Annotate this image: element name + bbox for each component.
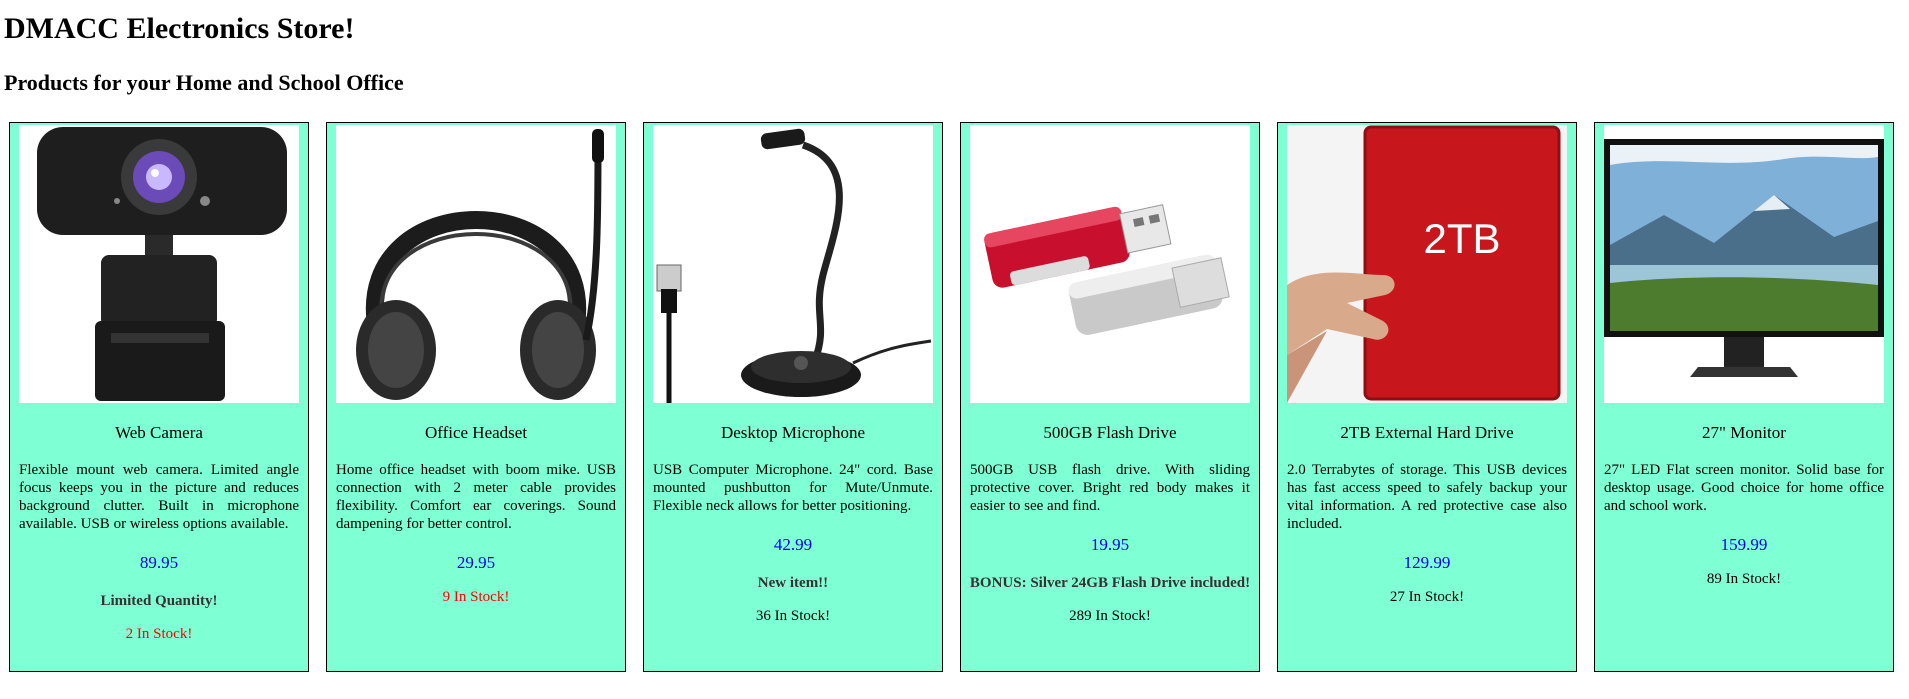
product-description: USB Computer Microphone. 24" cord. Base … <box>653 462 933 514</box>
product-price: 29.95 <box>456 553 496 572</box>
product-name: 2TB External Hard Drive <box>1340 423 1514 442</box>
page-title: DMACC Electronics Store! <box>4 12 355 45</box>
product-stock: 9 In Stock! <box>442 589 510 605</box>
product-note: BONUS: Silver 24GB Flash Drive included! <box>969 575 1251 591</box>
product-description: 2.0 Terrabytes of storage. This USB devi… <box>1287 462 1567 532</box>
product-image <box>970 125 1250 403</box>
product-stock: 89 In Stock! <box>1706 571 1782 587</box>
hard-drive-label: 2TB <box>1423 215 1500 262</box>
monitor-icon <box>1604 139 1884 377</box>
product-description: 500GB USB flash drive. With sliding prot… <box>970 462 1250 514</box>
product-price: 159.99 <box>1720 535 1768 554</box>
product-image: 2TB <box>1287 125 1567 403</box>
product-card-web-camera: Web Camera Flexible mount web camera. Li… <box>9 122 309 672</box>
flash-drive-icon <box>984 204 1230 335</box>
page-subtitle: Products for your Home and School Office <box>4 70 404 95</box>
product-card-office-headset: Office Headset Home office headset with … <box>326 122 626 672</box>
product-image <box>336 125 616 403</box>
product-image <box>1604 125 1884 403</box>
product-name: Office Headset <box>424 423 528 442</box>
product-note: Limited Quantity! <box>100 593 218 609</box>
product-card-flash-drive: 500GB Flash Drive 500GB USB flash drive.… <box>960 122 1260 672</box>
product-name: Desktop Microphone <box>720 423 865 442</box>
product-price: 19.95 <box>1090 535 1130 554</box>
microphone-icon <box>656 128 932 403</box>
product-image <box>653 125 933 403</box>
product-description: Home office headset with boom mike. USB … <box>336 462 616 532</box>
product-stock: 36 In Stock! <box>755 608 831 624</box>
product-grid: Web Camera Flexible mount web camera. Li… <box>9 122 1894 672</box>
product-card-desktop-microphone: Desktop Microphone USB Computer Micropho… <box>643 122 943 672</box>
product-stock: 289 In Stock! <box>1069 608 1151 624</box>
hard-drive-icon: 2TB <box>1287 125 1567 403</box>
product-stock: 2 In Stock! <box>125 626 193 642</box>
product-image <box>19 125 299 403</box>
product-name: Web Camera <box>115 423 203 442</box>
product-description: 27" LED Flat screen monitor. Solid base … <box>1604 462 1884 514</box>
product-card-external-hard-drive: 2TB 2TB External Hard Drive 2.0 Terrabyt… <box>1277 122 1577 672</box>
product-note: New item!! <box>757 575 829 591</box>
product-price: 129.99 <box>1403 553 1451 572</box>
product-price: 89.95 <box>139 553 179 572</box>
product-price: 42.99 <box>773 535 813 554</box>
product-stock: 27 In Stock! <box>1389 589 1465 605</box>
product-description: Flexible mount web camera. Limited angle… <box>19 462 299 532</box>
product-name: 500GB Flash Drive <box>1043 423 1177 442</box>
product-name: 27" Monitor <box>1702 423 1786 442</box>
headset-icon <box>356 129 604 400</box>
webcam-icon <box>37 127 287 401</box>
product-card-monitor: 27" Monitor 27" LED Flat screen monitor.… <box>1594 122 1894 672</box>
